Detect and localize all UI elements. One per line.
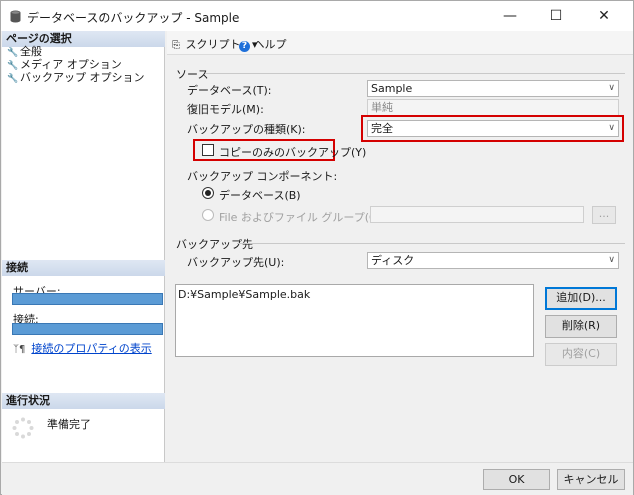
script-icon: ⎘ xyxy=(172,40,180,51)
progress-status: 準備完了 xyxy=(47,418,91,431)
component-database-label[interactable]: データベース(B) xyxy=(219,187,301,203)
destination-divider xyxy=(237,243,625,244)
destination-label: バックアップ先(U): xyxy=(187,256,285,269)
destination-list[interactable]: D:¥Sample¥Sample.bak xyxy=(175,284,534,357)
connection-properties-icon: ᛉ¶ xyxy=(13,344,26,355)
left-panel: ページの選択 🔧 全般 🔧 メディア オプション 🔧 バックアップ オプション 接続 … xyxy=(2,31,165,462)
component-files-radio[interactable] xyxy=(202,209,214,221)
page-item-general[interactable]: 🔧 全般 xyxy=(7,45,42,58)
progress-spinner-icon xyxy=(12,417,34,439)
toolbar: ⎘ スクリプト ▾ ? ヘルプ xyxy=(167,31,633,55)
source-divider xyxy=(205,73,625,74)
backup-dialog-window: データベースのバックアップ - Sample — ☐ ✕ ページの選択 🔧 全般 … xyxy=(0,0,634,495)
contents-button[interactable]: 内容(C) xyxy=(545,343,617,366)
list-item[interactable]: D:¥Sample¥Sample.bak xyxy=(176,285,533,304)
copy-only-checkbox[interactable] xyxy=(202,144,214,156)
filegroup-input[interactable] xyxy=(370,206,584,223)
remove-destination-button[interactable]: 削除(R) xyxy=(545,315,617,338)
database-icon xyxy=(10,10,21,23)
maximize-button[interactable]: ☐ xyxy=(533,1,579,31)
database-combo[interactable]: Sample ∨ xyxy=(367,80,619,97)
component-database-radio[interactable] xyxy=(202,187,214,199)
add-destination-button[interactable]: 追加(D)... xyxy=(545,287,617,310)
connection-properties-link[interactable]: ᛉ¶ 接続のプロパティの表示 xyxy=(13,340,152,356)
source-group-label: ソース xyxy=(176,68,209,81)
minimize-button[interactable]: — xyxy=(487,1,533,31)
recovery-model-value: 単純 xyxy=(367,99,619,116)
destination-group-label: バックアップ先 xyxy=(176,238,253,251)
connection-header: 接続 xyxy=(2,260,165,276)
page-item-backup-options[interactable]: 🔧 バックアップ オプション xyxy=(7,71,145,84)
copy-only-label[interactable]: コピーのみのバックアップ(Y) xyxy=(219,144,366,160)
window-title: データベースのバックアップ - Sample xyxy=(27,11,240,25)
page-item-media-options[interactable]: 🔧 メディア オプション xyxy=(7,58,122,71)
browse-filegroups-button[interactable]: ... xyxy=(592,206,616,224)
close-button[interactable]: ✕ xyxy=(581,1,627,31)
chevron-down-icon: ∨ xyxy=(608,255,615,265)
dialog-footer: OK キャンセル xyxy=(2,462,633,495)
server-value xyxy=(12,293,163,305)
ok-button[interactable]: OK xyxy=(483,469,550,490)
chevron-down-icon: ∨ xyxy=(608,83,615,93)
connection-value xyxy=(12,323,163,335)
wrench-icon: 🔧 xyxy=(7,74,19,84)
backup-type-combo[interactable]: 完全 ∨ xyxy=(367,120,619,137)
help-button[interactable]: ? ヘルプ xyxy=(239,36,287,52)
component-files-label: File およびファイル グループ(G): xyxy=(219,211,386,224)
backup-component-label: バックアップ コンポーネント: xyxy=(187,170,338,183)
progress-header: 進行状況 xyxy=(2,393,165,409)
database-label: データベース(T): xyxy=(187,84,272,97)
help-icon: ? xyxy=(239,41,250,52)
title-bar: データベースのバックアップ - Sample — ☐ ✕ xyxy=(1,1,633,31)
general-page: ソース データベース(T): Sample ∨ 復旧モデル(M): 単純 バック… xyxy=(167,56,633,462)
chevron-down-icon: ∨ xyxy=(608,123,615,133)
recovery-model-label: 復旧モデル(M): xyxy=(187,103,264,116)
destination-combo[interactable]: ディスク ∨ xyxy=(367,252,619,269)
backup-type-label: バックアップの種類(K): xyxy=(187,123,306,136)
cancel-button[interactable]: キャンセル xyxy=(557,469,625,490)
